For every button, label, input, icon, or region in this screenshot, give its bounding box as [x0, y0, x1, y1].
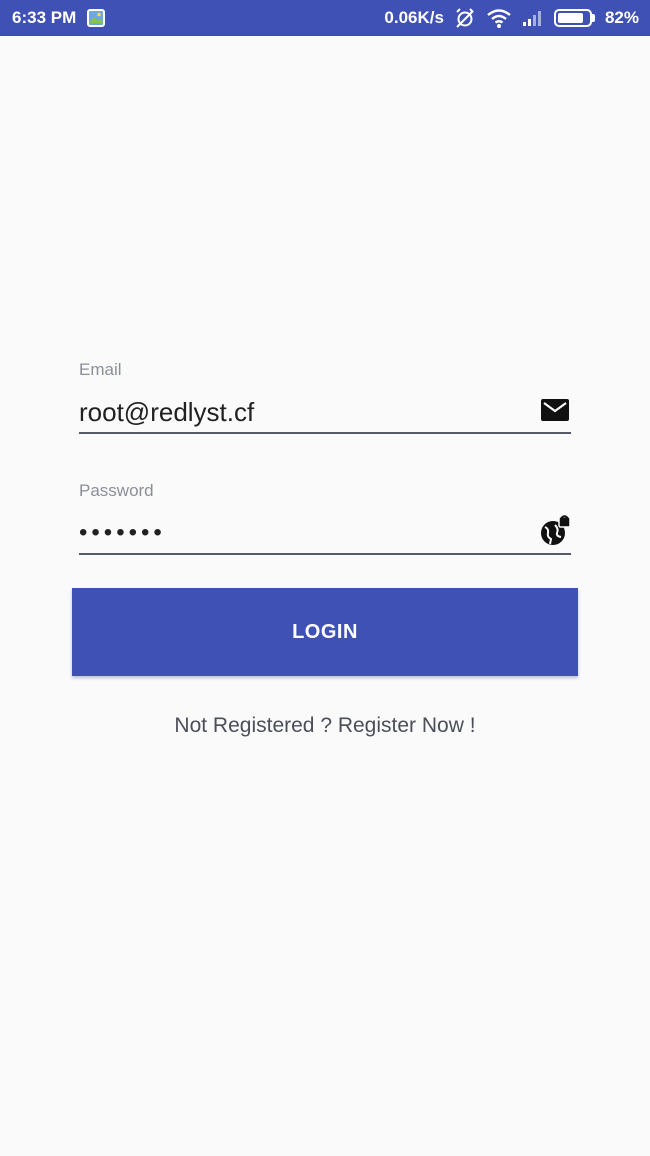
battery-body: [553, 9, 592, 27]
battery-icon: [553, 9, 595, 27]
battery-tip: [591, 14, 595, 22]
email-field[interactable]: [79, 392, 519, 432]
email-field-group: Email: [79, 360, 571, 434]
login-button[interactable]: LOGIN: [72, 588, 578, 676]
status-bar: 6:33 PM 0.06K/s 82%: [0, 0, 650, 36]
battery-fill: [557, 13, 583, 23]
gallery-icon: [87, 9, 106, 27]
status-bar-left: 6:33 PM: [12, 8, 106, 28]
vpn-lock-icon: [541, 515, 571, 545]
signal-icon: [522, 11, 541, 26]
password-label: Password: [79, 481, 154, 500]
password-field-row: [79, 513, 571, 555]
network-speed: 0.06K/s: [384, 8, 444, 27]
password-field-group: Password: [79, 481, 571, 555]
email-field-row: [79, 392, 571, 434]
mail-icon: [541, 399, 569, 421]
password-field[interactable]: [79, 513, 519, 553]
email-label: Email: [79, 360, 122, 379]
wifi-icon: [487, 9, 511, 28]
status-time: 6:33 PM: [12, 8, 77, 27]
register-link[interactable]: Not Registered ? Register Now !: [0, 714, 650, 738]
battery-percent: 82%: [604, 8, 639, 27]
alarm-off-icon: [456, 8, 474, 28]
status-bar-right: 0.06K/s 82%: [384, 7, 639, 29]
